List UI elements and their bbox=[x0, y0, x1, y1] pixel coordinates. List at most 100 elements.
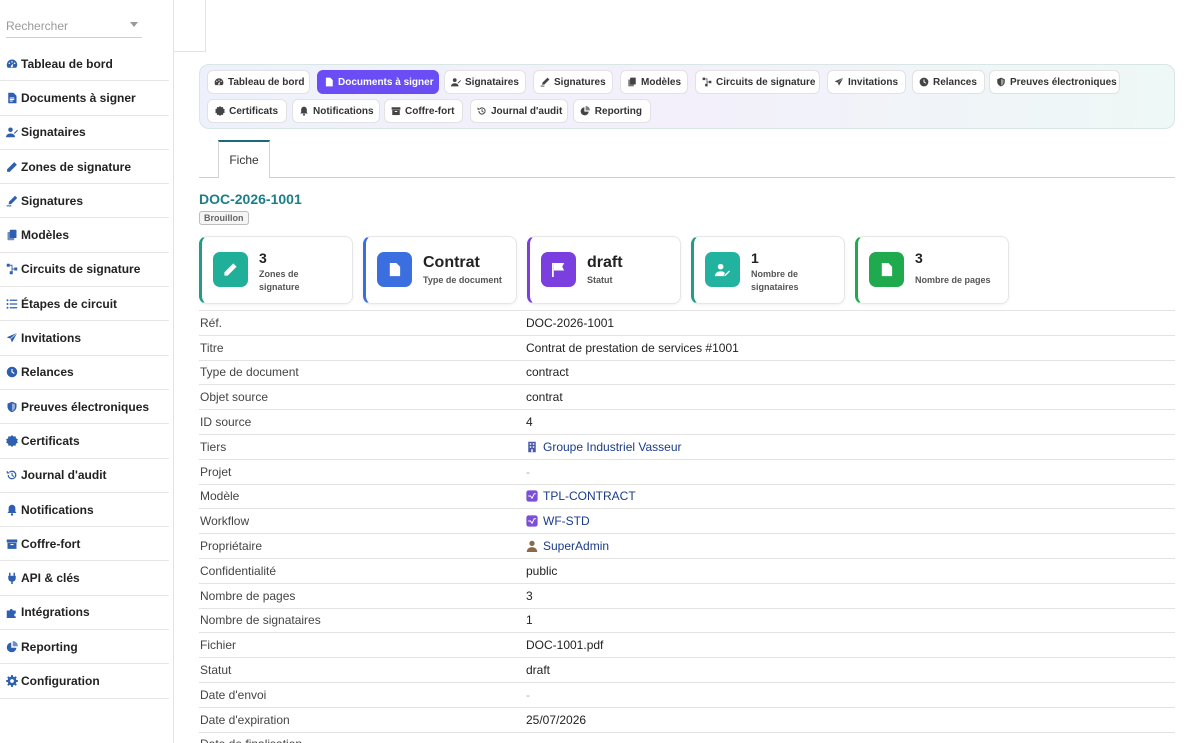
paper-plane-icon bbox=[5, 331, 19, 345]
tab-circuits-de-signature[interactable]: Circuits de signature bbox=[695, 70, 820, 94]
sidebar-item-certificats[interactable]: Certificats bbox=[0, 424, 169, 459]
sidebar-item-journal-d-audit[interactable]: Journal d'audit bbox=[0, 459, 169, 493]
field-label: Nombre de signataires bbox=[200, 613, 321, 628]
field-value: DOC-2026-1001 bbox=[526, 315, 615, 330]
tab-documents-a-signer[interactable]: Documents à signer bbox=[317, 70, 439, 94]
field-value: public bbox=[526, 563, 558, 578]
archive-icon bbox=[5, 537, 19, 551]
table-row: Nombre de pages 3 bbox=[199, 582, 1175, 608]
sidebar-item-label: Signatures bbox=[21, 193, 84, 208]
field-label: Objet source bbox=[200, 390, 269, 405]
table-row: Type de document contract bbox=[199, 359, 1175, 385]
sidebar-item-relances[interactable]: Relances bbox=[0, 356, 169, 390]
field-value: 1 bbox=[526, 613, 533, 628]
field-value: 25/07/2026 bbox=[526, 712, 587, 727]
field-link[interactable]: TPL-CONTRACT bbox=[543, 489, 636, 503]
field-label: Fichier bbox=[200, 638, 237, 653]
sidebar-item-label: Preuves électroniques bbox=[21, 399, 150, 414]
table-row: Objet source contrat bbox=[199, 384, 1175, 409]
sidebar-item-etapes-de-circuit[interactable]: Étapes de circuit bbox=[0, 287, 169, 322]
clock-icon bbox=[919, 76, 929, 88]
summary-card: Contrat Type de document bbox=[363, 236, 517, 304]
tab-invitations[interactable]: Invitations bbox=[827, 70, 906, 94]
dashboard-icon bbox=[214, 76, 224, 88]
table-row: Réf. DOC-2026-1001 bbox=[199, 310, 1175, 335]
tab-label: Coffre-fort bbox=[405, 105, 455, 117]
clock-icon bbox=[5, 365, 19, 379]
field-label: Réf. bbox=[200, 315, 223, 330]
summary-card: draft Statut bbox=[527, 236, 681, 304]
field-label: Propriétaire bbox=[200, 539, 263, 554]
badge-certificate-icon bbox=[214, 105, 225, 117]
field-value: contract bbox=[526, 365, 569, 380]
search-input[interactable] bbox=[6, 18, 126, 33]
tab-coffre-fort[interactable]: Coffre-fort bbox=[384, 99, 463, 123]
sidebar-item-coffre-fort[interactable]: Coffre-fort bbox=[0, 527, 169, 562]
table-row: Workflow WF-STD bbox=[199, 508, 1175, 533]
table-row: Statut draft bbox=[199, 657, 1175, 682]
history-icon bbox=[5, 468, 19, 482]
tab-label: Invitations bbox=[848, 76, 899, 88]
sidebar-item-notifications[interactable]: Notifications bbox=[0, 493, 169, 528]
field-value: 3 bbox=[526, 588, 533, 603]
tab-label: Signataires bbox=[465, 76, 519, 88]
tab-notifications[interactable]: Notifications bbox=[292, 99, 380, 123]
tab-signataires[interactable]: Signataires bbox=[444, 70, 526, 94]
chart-pie-icon bbox=[5, 640, 19, 654]
sidebar-item-reporting[interactable]: Reporting bbox=[0, 630, 169, 665]
page-title: DOC-2026-1001 bbox=[199, 191, 302, 207]
tab-relances[interactable]: Relances bbox=[912, 70, 985, 94]
sidebar-item-configuration[interactable]: Configuration bbox=[0, 664, 169, 699]
tab-certificats[interactable]: Certificats bbox=[207, 99, 287, 123]
sidebar-item-api-cles[interactable]: API & clés bbox=[0, 561, 169, 596]
field-value: - bbox=[526, 464, 530, 479]
sidebar-item-label: Intégrations bbox=[21, 605, 90, 620]
sidebar-item-signataires[interactable]: Signataires bbox=[0, 116, 169, 150]
top-corner-box bbox=[174, 0, 206, 52]
copy-icon bbox=[627, 76, 637, 88]
sidebar-item-preuves-electroniques[interactable]: Preuves électroniques bbox=[0, 390, 169, 425]
field-link[interactable]: SuperAdmin bbox=[543, 539, 609, 553]
card-value: 3 bbox=[259, 250, 267, 266]
sidebar-item-circuits-de-signature[interactable]: Circuits de signature bbox=[0, 253, 169, 288]
sidebar-item-label: Relances bbox=[21, 365, 74, 380]
field-label: Date d'envoi bbox=[200, 687, 267, 702]
sidebar-item-signatures[interactable]: Signatures bbox=[0, 184, 169, 219]
table-row: Fichier DOC-1001.pdf bbox=[199, 632, 1175, 657]
chevron-down-icon[interactable] bbox=[130, 22, 138, 27]
field-link[interactable]: Groupe Industriel Vasseur bbox=[543, 440, 682, 454]
puzzle-icon bbox=[5, 605, 19, 619]
sidebar-item-invitations[interactable]: Invitations bbox=[0, 321, 169, 356]
detail-table: Réf. DOC-2026-1001 Titre Contrat de prestat… bbox=[199, 310, 1175, 743]
tab-signatures[interactable]: Signatures bbox=[533, 70, 613, 94]
search-select[interactable] bbox=[6, 14, 142, 38]
tab-journal-d-audit[interactable]: Journal d'audit bbox=[470, 99, 568, 123]
sidebar-item-label: Certificats bbox=[21, 433, 80, 448]
sidebar-item-tableau-de-bord[interactable]: Tableau de bord bbox=[0, 47, 169, 82]
sidebar-item-integrations[interactable]: Intégrations bbox=[0, 596, 169, 631]
field-label: Tiers bbox=[200, 439, 227, 454]
table-row: Modèle TPL-CONTRACT bbox=[199, 483, 1175, 509]
sidebar-item-label: Notifications bbox=[21, 502, 94, 517]
card-label: Nombre de pages bbox=[915, 275, 991, 285]
sidebar-item-documents-a-signer[interactable]: Documents à signer bbox=[0, 81, 169, 116]
sidebar-item-label: Modèles bbox=[21, 228, 70, 243]
users-icon bbox=[451, 76, 461, 88]
field-label: Date d'expiration bbox=[200, 712, 290, 727]
tab-reporting[interactable]: Reporting bbox=[573, 99, 651, 123]
tab-tableau-de-bord[interactable]: Tableau de bord bbox=[207, 70, 310, 94]
sidebar-item-modeles[interactable]: Modèles bbox=[0, 218, 169, 253]
signature-icon bbox=[5, 194, 19, 208]
sidebar-item-label: Reporting bbox=[21, 639, 78, 654]
tab-modeles[interactable]: Modèles bbox=[620, 70, 688, 94]
tab-preuves-electroniques[interactable]: Preuves électroniques bbox=[989, 70, 1120, 94]
field-link[interactable]: WF-STD bbox=[543, 514, 590, 528]
tab-fiche[interactable]: Fiche bbox=[218, 140, 270, 178]
table-row: Tiers Groupe Industriel Vasseur bbox=[199, 433, 1175, 459]
sidebar-item-label: Étapes de circuit bbox=[21, 296, 118, 311]
tab-label: Notifications bbox=[313, 105, 374, 117]
summary-card: 1 Nombre de signataires bbox=[691, 236, 845, 304]
sidebar-item-zones-de-signature[interactable]: Zones de signature bbox=[0, 150, 169, 185]
user-edit-icon bbox=[705, 252, 740, 287]
sidebar-item-label: Invitations bbox=[21, 331, 82, 346]
